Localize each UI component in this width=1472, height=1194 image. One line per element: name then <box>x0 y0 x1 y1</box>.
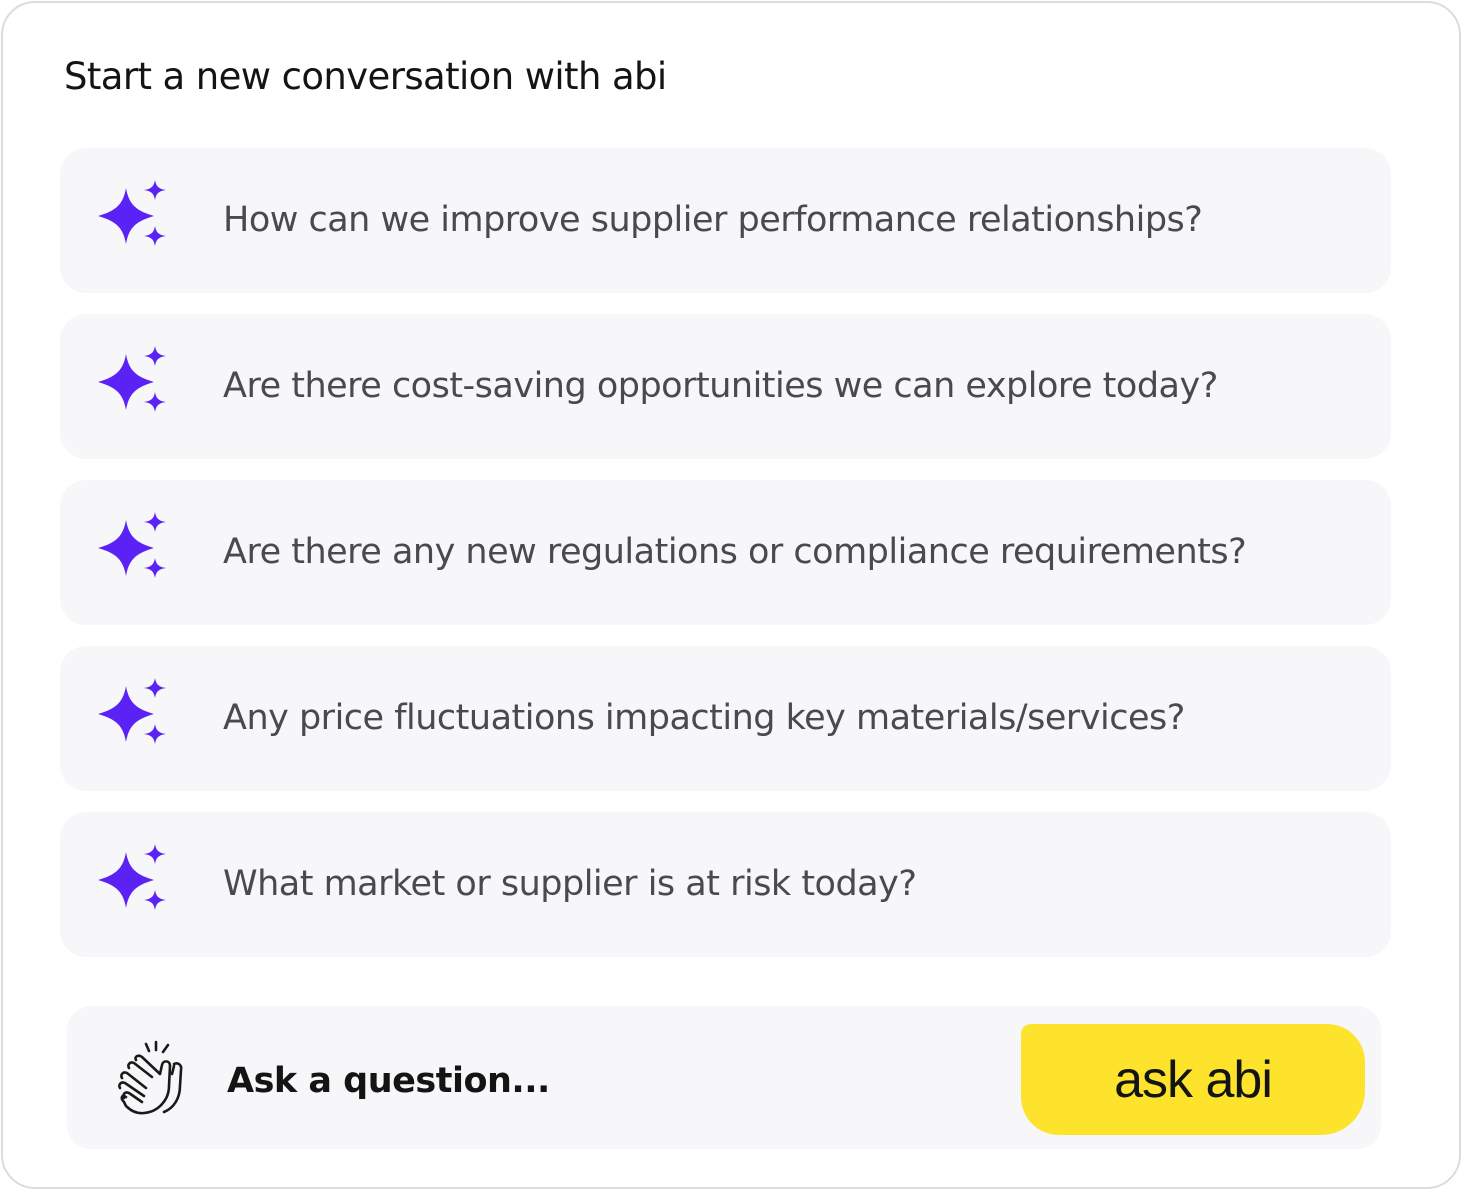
sparkles-icon <box>98 180 166 246</box>
suggestion-label: Are there cost-saving opportunities we c… <box>223 366 1218 406</box>
suggestion-card[interactable]: Are there any new regulations or complia… <box>60 480 1391 625</box>
suggestion-label: Any price fluctuations impacting key mat… <box>223 698 1185 738</box>
sparkles-icon <box>98 512 166 578</box>
conversation-panel: Start a new conversation with abi How ca… <box>1 1 1461 1189</box>
clapping-hands-icon <box>118 1040 183 1115</box>
sparkles-icon <box>98 346 166 412</box>
ask-abi-button[interactable]: ask abi <box>1021 1024 1365 1135</box>
suggestion-card[interactable]: How can we improve supplier performance … <box>60 148 1391 293</box>
ask-question-input[interactable] <box>227 1046 927 1116</box>
suggestion-label: What market or supplier is at risk today… <box>223 864 917 904</box>
suggestion-label: How can we improve supplier performance … <box>223 200 1203 240</box>
suggestion-card[interactable]: What market or supplier is at risk today… <box>60 812 1391 957</box>
sparkles-icon <box>98 678 166 744</box>
suggestion-card[interactable]: Are there cost-saving opportunities we c… <box>60 314 1391 459</box>
suggestion-card[interactable]: Any price fluctuations impacting key mat… <box>60 646 1391 791</box>
sparkles-icon <box>98 844 166 910</box>
ask-input-bar: ask abi <box>67 1006 1381 1149</box>
suggestion-label: Are there any new regulations or complia… <box>223 532 1247 572</box>
panel-title: Start a new conversation with abi <box>64 55 667 98</box>
